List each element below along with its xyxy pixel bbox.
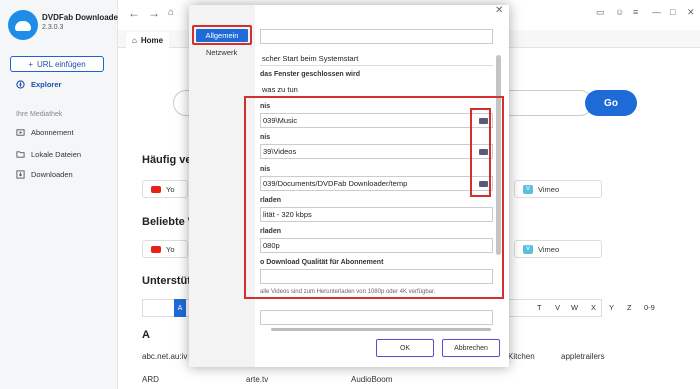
highlight-folder-icons	[470, 108, 491, 197]
site-link[interactable]: ARD	[142, 375, 159, 384]
download-icon	[16, 170, 25, 179]
sidebar-item-label: Explorer	[31, 80, 62, 89]
cart-icon[interactable]: ▭	[596, 7, 605, 18]
home-tab-icon: ⌂	[132, 35, 137, 45]
ok-button[interactable]: OK	[376, 339, 434, 357]
horizontal-scrollbar[interactable]	[271, 328, 491, 331]
setting-close-action[interactable]: was zu tun	[260, 82, 493, 97]
app-logo	[8, 10, 38, 40]
close-icon[interactable]: ✕	[687, 7, 695, 18]
alphabet-letter[interactable]: Z	[627, 303, 632, 312]
compass-icon	[16, 80, 25, 89]
alphabet-letter[interactable]: 0-9	[644, 303, 655, 312]
alphabet-letter[interactable]: W	[571, 303, 578, 312]
tab-home-label: Home	[140, 35, 164, 45]
vimeo-icon: V	[523, 184, 533, 194]
alphabet-letter-a[interactable]: A	[174, 299, 186, 317]
highlight-general-tab: Allgemein	[192, 25, 252, 45]
settings-dialog: Allgemein Netzwerk ✕ scher Start beim Sy…	[189, 5, 509, 367]
plus-icon: +	[28, 59, 34, 69]
pill-label: Vimeo	[538, 244, 560, 254]
folder-icon	[16, 151, 25, 158]
highlight-paths-box	[244, 96, 504, 299]
setting-field[interactable]	[260, 29, 493, 44]
dialog-close-icon[interactable]: ✕	[495, 5, 503, 16]
tab-network[interactable]: Netzwerk	[206, 48, 237, 57]
cancel-button[interactable]: Abbrechen	[442, 339, 500, 357]
youtube-icon	[151, 245, 161, 253]
setting-autostart[interactable]: scher Start beim Systemstart	[260, 51, 493, 66]
site-pill-vimeo-2[interactable]: V Vimeo	[514, 240, 602, 258]
letter-heading: A	[142, 329, 150, 341]
minimize-icon[interactable]: —	[652, 7, 661, 17]
vimeo-icon: V	[523, 244, 533, 254]
app-version: 2.3.0.3	[42, 24, 64, 31]
app-name: DVDFab Downloader	[42, 13, 122, 22]
section-title-supported: Unterstüt	[142, 275, 191, 287]
site-link[interactable]: arte.tv	[246, 375, 268, 384]
forward-arrow-icon[interactable]: →	[148, 6, 160, 20]
sidebar: DVDFab Downloader 2.3.0.3 + URL einfügen…	[0, 0, 122, 389]
youtube-icon	[151, 185, 161, 193]
sidebar-item-downloads[interactable]: Downloaden	[16, 170, 73, 179]
library-section-title: Ihre Mediathek	[16, 111, 63, 118]
alphabet-letter[interactable]: T	[537, 303, 542, 312]
sidebar-item-local-files[interactable]: Lokale Dateien	[16, 150, 81, 159]
tab-general[interactable]: Allgemein	[196, 28, 248, 42]
menu-icon[interactable]: ≡	[633, 7, 638, 17]
sidebar-item-label: Lokale Dateien	[31, 150, 82, 159]
app-window: DVDFab Downloader 2.3.0.3 + URL einfügen…	[0, 0, 700, 389]
site-link[interactable]: AudioBoom	[351, 375, 392, 384]
pill-label: Yo	[166, 184, 175, 194]
url-insert-label: URL einfügen	[37, 59, 86, 69]
alphabet-letter[interactable]: Y	[609, 303, 614, 312]
setting-field-bottom[interactable]	[260, 310, 493, 325]
site-pill-youtube[interactable]: Yo	[142, 180, 188, 198]
alphabet-letter[interactable]: V	[555, 303, 560, 312]
user-icon[interactable]: ☺	[615, 7, 624, 17]
sidebar-item-label: Downloaden	[31, 170, 73, 179]
home-icon[interactable]: ⌂	[168, 7, 174, 18]
site-link[interactable]: abc.net.au:iv	[142, 352, 187, 361]
section-title-frequent: Häufig ve	[142, 154, 192, 166]
pill-label: Yo	[166, 244, 175, 254]
site-pill-youtube-2[interactable]: Yo	[142, 240, 188, 258]
sidebar-item-explorer[interactable]: Explorer	[16, 80, 61, 89]
url-insert-button[interactable]: + URL einfügen	[10, 56, 104, 72]
pill-label: Vimeo	[538, 184, 560, 194]
sidebar-item-label: Abonnement	[31, 128, 74, 137]
tab-home[interactable]: ⌂ Home	[126, 32, 170, 48]
setting-label: das Fenster geschlossen wird	[260, 71, 360, 78]
alphabet-letter[interactable]: X	[591, 303, 596, 312]
sidebar-item-subscription[interactable]: Abonnement	[16, 128, 74, 137]
site-link[interactable]: appletrailers	[561, 352, 605, 361]
site-link[interactable]: Kitchen	[508, 352, 535, 361]
site-pill-vimeo[interactable]: V Vimeo	[514, 180, 602, 198]
go-button[interactable]: Go	[585, 90, 637, 116]
subscription-icon	[16, 129, 25, 136]
back-arrow-icon[interactable]: ←	[128, 6, 140, 20]
maximize-icon[interactable]: □	[670, 7, 675, 17]
